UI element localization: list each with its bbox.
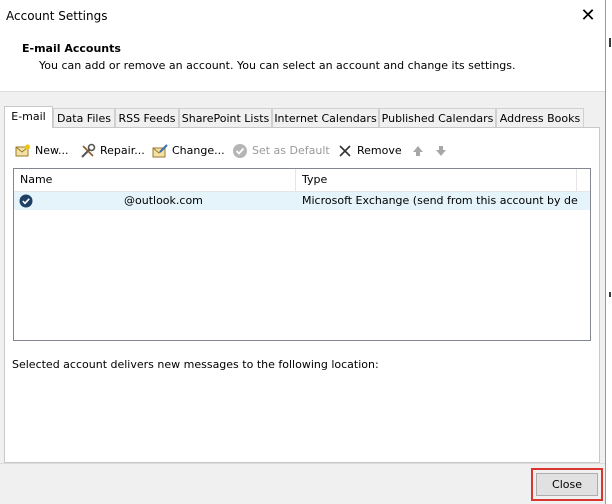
window-title: Account Settings bbox=[6, 9, 108, 23]
table-row[interactable]: @outlook.com Microsoft Exchange (send fr… bbox=[14, 192, 590, 210]
move-up-button[interactable] bbox=[410, 142, 430, 160]
section-description: You can add or remove an account. You ca… bbox=[39, 59, 516, 72]
change-label: Change... bbox=[172, 144, 225, 157]
delivery-location-text: Selected account delivers new messages t… bbox=[12, 358, 379, 371]
set-default-label: Set as Default bbox=[252, 144, 330, 157]
edge-mark bbox=[609, 292, 611, 297]
section-title: E-mail Accounts bbox=[22, 42, 121, 55]
tab-email[interactable]: E-mail bbox=[4, 106, 53, 128]
remove-x-icon bbox=[339, 145, 351, 157]
account-settings-dialog: Account Settings ✕ E-mail Accounts You c… bbox=[0, 0, 606, 504]
column-divider bbox=[576, 169, 577, 191]
arrow-down-icon bbox=[436, 146, 446, 156]
new-email-icon bbox=[15, 144, 30, 157]
column-header-name[interactable]: Name bbox=[14, 169, 295, 191]
repair-icon bbox=[81, 143, 96, 158]
footer-divider bbox=[0, 463, 605, 464]
account-type: Microsoft Exchange (send from this accou… bbox=[302, 194, 578, 207]
close-button[interactable]: Close bbox=[536, 473, 598, 496]
change-button[interactable]: Change... bbox=[152, 142, 225, 160]
edge-mark bbox=[609, 38, 611, 47]
tab-internet-calendars[interactable]: Internet Calendars bbox=[272, 108, 379, 127]
new-label: New... bbox=[35, 144, 69, 157]
arrow-up-icon bbox=[413, 146, 423, 156]
change-icon bbox=[152, 144, 168, 158]
header-section: E-mail Accounts You can add or remove an… bbox=[0, 33, 605, 91]
tab-sharepoint-lists[interactable]: SharePoint Lists bbox=[179, 108, 272, 127]
tab-published-calendars[interactable]: Published Calendars bbox=[379, 108, 496, 127]
close-button-highlight: Close bbox=[531, 468, 603, 501]
repair-button[interactable]: Repair... bbox=[80, 142, 145, 160]
tab-address-books[interactable]: Address Books bbox=[496, 108, 584, 127]
accounts-list[interactable]: Name Type @outlook.com Microsoft Exchang… bbox=[13, 168, 591, 341]
checkmark-circle-icon bbox=[233, 144, 247, 158]
title-bar: Account Settings ✕ bbox=[0, 0, 605, 33]
column-header-type[interactable]: Type bbox=[296, 169, 576, 191]
set-default-button[interactable]: Set as Default bbox=[232, 142, 330, 160]
close-icon[interactable]: ✕ bbox=[577, 6, 599, 26]
new-button[interactable]: New... bbox=[15, 142, 68, 160]
remove-button[interactable]: Remove bbox=[337, 142, 402, 160]
header-divider bbox=[0, 91, 605, 92]
tab-rss-feeds[interactable]: RSS Feeds bbox=[115, 108, 179, 127]
background-window-edge bbox=[606, 0, 612, 504]
move-down-button[interactable] bbox=[433, 142, 453, 160]
tab-data-files[interactable]: Data Files bbox=[53, 108, 115, 127]
default-account-icon bbox=[19, 194, 33, 208]
email-tab-panel: New... Repair... Change... Set as Defaul… bbox=[4, 127, 600, 463]
repair-label: Repair... bbox=[100, 144, 145, 157]
list-header: Name Type bbox=[14, 169, 590, 192]
account-name: @outlook.com bbox=[124, 194, 203, 207]
remove-label: Remove bbox=[357, 144, 402, 157]
